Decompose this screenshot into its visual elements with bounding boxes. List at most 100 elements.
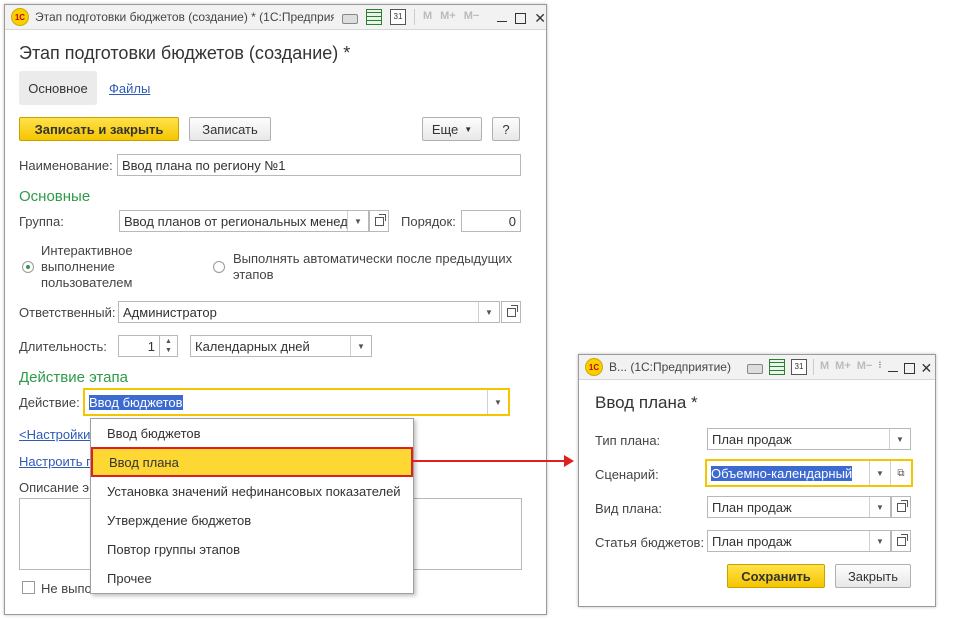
dropdown-item[interactable]: Прочее <box>91 564 413 592</box>
settings-link[interactable]: <Настройки <box>19 427 90 442</box>
action-field-wrap: Ввод бюджетов <box>85 394 487 410</box>
memory-m-icon[interactable]: M <box>820 360 829 374</box>
dropdown-arrow-icon[interactable]: ▼ <box>869 461 890 485</box>
duration-unit-value: Календарных дней <box>195 338 310 354</box>
minimize-icon[interactable] <box>497 12 508 22</box>
close-icon[interactable]: ✕ <box>534 10 546 26</box>
radio-interactive[interactable] <box>22 261 34 273</box>
configure-link[interactable]: Настроить п <box>19 454 93 469</box>
plan-type-field[interactable]: План продаж ▼ <box>707 428 911 450</box>
save-close-button[interactable]: Записать и закрыть <box>19 117 179 141</box>
dropdown-item[interactable]: Утверждение бюджетов <box>91 506 413 534</box>
section-action-heading: Действие этапа <box>19 369 128 386</box>
main-window-title: Этап подготовки бюджетов (создание) * (1… <box>34 10 335 24</box>
plan-kind-label: Вид плана: <box>595 501 663 516</box>
duration-field[interactable]: 1 <box>118 335 160 357</box>
action-field[interactable]: Ввод бюджетов ▼ <box>83 388 510 416</box>
radio-interactive-label: Интерактивное выполнение пользователем <box>41 243 133 290</box>
calendar-icon[interactable]: 31 <box>389 9 406 25</box>
print-icon[interactable] <box>747 364 763 374</box>
scenario-field[interactable]: Объемно-календарный ▼ ⧉ <box>705 459 913 487</box>
dropdown-item[interactable]: Повтор группы этапов <box>91 535 413 563</box>
save-button[interactable]: Записать <box>189 117 271 141</box>
dropdown-item[interactable]: Ввод бюджетов <box>91 419 413 447</box>
plan-type-value: План продаж <box>712 431 792 447</box>
dropdown-arrow-icon[interactable]: ▼ <box>889 429 910 449</box>
duration-label: Длительность: <box>19 339 107 354</box>
order-field[interactable]: 0 <box>461 210 521 232</box>
app-logo-icon: 1С <box>11 8 29 26</box>
memory-m-plus-icon[interactable]: M+ <box>440 10 456 24</box>
action-field-value: Ввод бюджетов <box>89 394 183 410</box>
plan-kind-field[interactable]: План продаж ▼ <box>707 496 891 518</box>
dropdown-arrow-icon[interactable]: ▼ <box>869 497 890 517</box>
budget-article-field[interactable]: План продаж ▼ <box>707 530 891 552</box>
budget-article-value: План продаж <box>712 533 792 549</box>
stepper-icon[interactable]: ▲ ▼ <box>160 335 178 357</box>
minimize-icon[interactable] <box>887 362 898 372</box>
open-icon[interactable] <box>891 496 911 518</box>
name-field-value: Ввод плана по региону №1 <box>122 157 286 173</box>
memory-m-plus-icon[interactable]: M+ <box>835 360 851 374</box>
scenario-label: Сценарий: <box>595 467 659 482</box>
section-main-heading: Основные <box>19 188 91 205</box>
dropdown-arrow-icon[interactable]: ▼ <box>350 336 371 356</box>
save-plan-button[interactable]: Сохранить <box>727 564 825 588</box>
dropdown-item-highlighted[interactable]: Ввод плана <box>91 447 413 477</box>
page-title: Этап подготовки бюджетов (создание) * <box>19 43 351 63</box>
dropdown-arrow-icon[interactable]: ▼ <box>869 531 890 551</box>
plan-type-label: Тип плана: <box>595 433 661 448</box>
open-icon[interactable] <box>501 301 521 323</box>
group-label: Группа: <box>19 214 64 229</box>
red-arrow-head <box>564 455 574 467</box>
tab-main[interactable]: Основное <box>19 71 97 105</box>
memory-m-icon[interactable]: M <box>423 10 432 24</box>
dropdown-arrow-icon[interactable]: ▼ <box>478 302 499 322</box>
plan-window-title: В... (1С:Предприятие) <box>609 360 731 374</box>
toolbar-separator <box>413 9 415 25</box>
responsible-field-value: Администратор <box>123 304 217 320</box>
maximize-icon[interactable] <box>515 12 527 24</box>
main-titlebar: 1С Этап подготовки бюджетов (создание) *… <box>5 5 546 30</box>
open-icon[interactable] <box>369 210 389 232</box>
name-field[interactable]: Ввод плана по региону №1 <box>117 154 521 176</box>
print-icon[interactable] <box>342 14 359 24</box>
tab-files[interactable]: Файлы <box>109 81 150 96</box>
action-dropdown-menu: Ввод бюджетов Ввод плана Установка значе… <box>90 418 414 594</box>
table-icon[interactable] <box>769 359 785 375</box>
duration-unit-field[interactable]: Календарных дней ▼ <box>190 335 372 357</box>
order-label: Порядок: <box>401 214 456 229</box>
group-field-value: Ввод планов от региональных менед <box>124 213 347 229</box>
calendar-icon[interactable]: 31 <box>791 359 807 375</box>
dropdown-arrow-icon[interactable]: ▼ <box>347 211 368 231</box>
scenario-field-wrap: Объемно-календарный <box>707 465 869 481</box>
responsible-field[interactable]: Администратор ▼ <box>118 301 500 323</box>
scenario-value: Объемно-календарный <box>711 465 853 481</box>
open-icon[interactable] <box>891 530 911 552</box>
not-execute-checkbox[interactable] <box>22 581 35 594</box>
more-button-label: Еще <box>431 121 459 137</box>
help-button[interactable]: ? <box>492 117 520 141</box>
more-button[interactable]: Еще ▼ <box>422 117 482 141</box>
table-icon[interactable] <box>366 9 382 25</box>
more-icon[interactable]: ⁝ <box>878 360 881 374</box>
duration-field-value: 1 <box>147 338 155 354</box>
close-icon[interactable]: ✕ <box>921 360 933 376</box>
memory-m-minus-icon[interactable]: M− <box>857 360 873 374</box>
open-icon[interactable]: ⧉ <box>890 461 911 485</box>
plan-titlebar: 1С В... (1С:Предприятие) 31 M M+ M− ⁝ ✕ <box>579 355 935 380</box>
maximize-icon[interactable] <box>903 362 915 374</box>
tab-main-label: Основное <box>28 80 88 96</box>
dropdown-arrow-icon[interactable]: ▼ <box>487 390 508 414</box>
dropdown-item[interactable]: Установка значений нефинансовых показате… <box>91 477 413 505</box>
app-logo-icon: 1С <box>585 358 603 376</box>
memory-m-minus-icon[interactable]: M− <box>464 10 480 24</box>
plan-kind-value: План продаж <box>712 499 792 515</box>
order-field-value: 0 <box>508 213 516 229</box>
close-plan-button[interactable]: Закрыть <box>835 564 911 588</box>
description-label: Описание э <box>19 480 90 495</box>
radio-auto[interactable] <box>213 261 225 273</box>
responsible-label: Ответственный: <box>19 305 116 320</box>
group-field[interactable]: Ввод планов от региональных менед ▼ <box>119 210 369 232</box>
not-execute-label: Не выпо <box>41 581 92 596</box>
